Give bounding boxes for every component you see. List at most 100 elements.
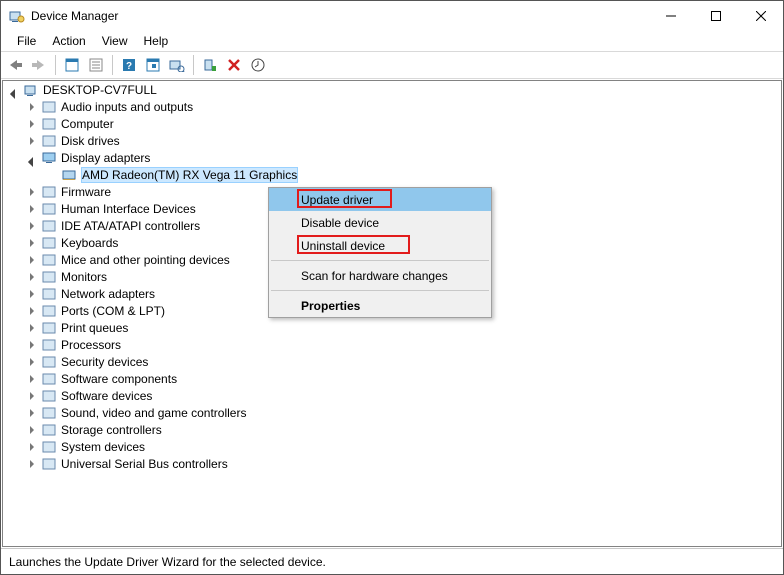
menu-action[interactable]: Action — [44, 32, 93, 50]
window-title: Device Manager — [31, 9, 118, 23]
menu-file[interactable]: File — [9, 32, 44, 50]
gpu-icon — [61, 167, 77, 183]
root-icon — [23, 82, 39, 98]
chevron-right-icon[interactable] — [25, 185, 39, 199]
menu-view[interactable]: View — [94, 32, 136, 50]
svg-text:?: ? — [126, 61, 132, 72]
chevron-right-icon[interactable] — [25, 372, 39, 386]
show-hide-console-button[interactable] — [62, 55, 82, 75]
tree-device[interactable]: AMD Radeon(TM) RX Vega 11 Graphics — [3, 166, 781, 183]
forward-button[interactable] — [29, 55, 49, 75]
uninstall-device-button[interactable] — [224, 55, 244, 75]
context-menu-item[interactable]: Disable device — [269, 211, 491, 234]
tree-category[interactable]: Sound, video and game controllers — [3, 404, 781, 421]
context-menu-item[interactable]: Properties — [269, 294, 491, 317]
tree-label: Ports (COM & LPT) — [61, 304, 165, 318]
tree-category[interactable]: Display adapters — [3, 149, 781, 166]
chevron-right-icon[interactable] — [25, 287, 39, 301]
chevron-right-icon[interactable] — [25, 134, 39, 148]
tree-category[interactable]: System devices — [3, 438, 781, 455]
context-menu-label: Uninstall device — [301, 239, 385, 253]
def-icon — [41, 133, 57, 149]
action-button[interactable] — [143, 55, 163, 75]
device-tree[interactable]: DESKTOP-CV7FULLAudio inputs and outputs C… — [2, 80, 782, 547]
scan-hardware-button[interactable] — [167, 55, 187, 75]
def-icon — [41, 99, 57, 115]
toolbar-separator — [112, 55, 113, 75]
chevron-right-icon[interactable] — [25, 338, 39, 352]
context-menu-label: Scan for hardware changes — [301, 269, 448, 283]
status-bar: Launches the Update Driver Wizard for th… — [1, 548, 783, 574]
enable-device-button[interactable] — [200, 55, 220, 75]
window-controls — [648, 1, 783, 31]
chevron-right-icon[interactable] — [25, 236, 39, 250]
chevron-right-icon[interactable] — [25, 270, 39, 284]
help-button[interactable]: ? — [119, 55, 139, 75]
tree-label: System devices — [61, 440, 145, 454]
context-menu-item[interactable]: Update driver — [269, 188, 491, 211]
tree-category[interactable]: Disk drives — [3, 132, 781, 149]
tree-label: Software devices — [61, 389, 152, 403]
tree-label: Monitors — [61, 270, 107, 284]
chevron-right-icon[interactable] — [25, 321, 39, 335]
def-icon — [41, 235, 57, 251]
tree-category[interactable]: Universal Serial Bus controllers — [3, 455, 781, 472]
chevron-right-icon[interactable] — [25, 202, 39, 216]
tree-label: Print queues — [61, 321, 128, 335]
tree-category[interactable]: Processors — [3, 336, 781, 353]
context-menu: Update driver Disable device Uninstall dev… — [268, 187, 492, 318]
def-icon — [41, 371, 57, 387]
context-menu-item[interactable]: Scan for hardware changes — [269, 264, 491, 287]
tree-root[interactable]: DESKTOP-CV7FULL — [3, 81, 781, 98]
back-button[interactable] — [5, 55, 25, 75]
chevron-right-icon[interactable] — [25, 100, 39, 114]
tree-category[interactable]: Storage controllers — [3, 421, 781, 438]
tree-label: AMD Radeon(TM) RX Vega 11 Graphics — [81, 167, 298, 183]
minimize-button[interactable] — [648, 1, 693, 31]
maximize-button[interactable] — [693, 1, 738, 31]
def-icon — [41, 456, 57, 472]
context-menu-separator — [271, 260, 489, 261]
chevron-down-icon[interactable] — [26, 155, 40, 169]
chevron-right-icon[interactable] — [25, 440, 39, 454]
def-icon — [41, 439, 57, 455]
tree-category[interactable]: Audio inputs and outputs — [3, 98, 781, 115]
context-menu-separator — [271, 290, 489, 291]
chevron-right-icon[interactable] — [25, 253, 39, 267]
tree-label: Software components — [61, 372, 177, 386]
context-menu-item[interactable]: Uninstall device — [269, 234, 491, 257]
def-icon — [41, 320, 57, 336]
tree-category[interactable]: Computer — [3, 115, 781, 132]
def-icon — [41, 184, 57, 200]
update-driver-button[interactable] — [248, 55, 268, 75]
tree-label: Keyboards — [61, 236, 118, 250]
chevron-right-icon[interactable] — [25, 406, 39, 420]
context-menu-label: Update driver — [301, 193, 373, 207]
chevron-right-icon[interactable] — [25, 389, 39, 403]
def-icon — [41, 354, 57, 370]
tree-label: Human Interface Devices — [61, 202, 196, 216]
properties-button[interactable] — [86, 55, 106, 75]
menu-help[interactable]: Help — [136, 32, 177, 50]
chevron-right-icon[interactable] — [25, 423, 39, 437]
toolbar: ? — [1, 51, 783, 79]
context-menu-label: Disable device — [301, 216, 379, 230]
chevron-down-icon[interactable] — [8, 87, 22, 101]
tree-label: Storage controllers — [61, 423, 162, 437]
tree-category[interactable]: Software components — [3, 370, 781, 387]
chevron-right-icon[interactable] — [25, 117, 39, 131]
tree-label: Network adapters — [61, 287, 155, 301]
def-icon — [41, 201, 57, 217]
toolbar-separator — [55, 55, 56, 75]
close-button[interactable] — [738, 1, 783, 31]
title-bar: Device Manager — [1, 1, 783, 31]
tree-label: Computer — [61, 117, 114, 131]
chevron-right-icon[interactable] — [25, 355, 39, 369]
chevron-right-icon[interactable] — [25, 457, 39, 471]
def-icon — [41, 218, 57, 234]
tree-category[interactable]: Software devices — [3, 387, 781, 404]
chevron-right-icon[interactable] — [25, 304, 39, 318]
chevron-right-icon[interactable] — [25, 219, 39, 233]
tree-category[interactable]: Print queues — [3, 319, 781, 336]
tree-category[interactable]: Security devices — [3, 353, 781, 370]
